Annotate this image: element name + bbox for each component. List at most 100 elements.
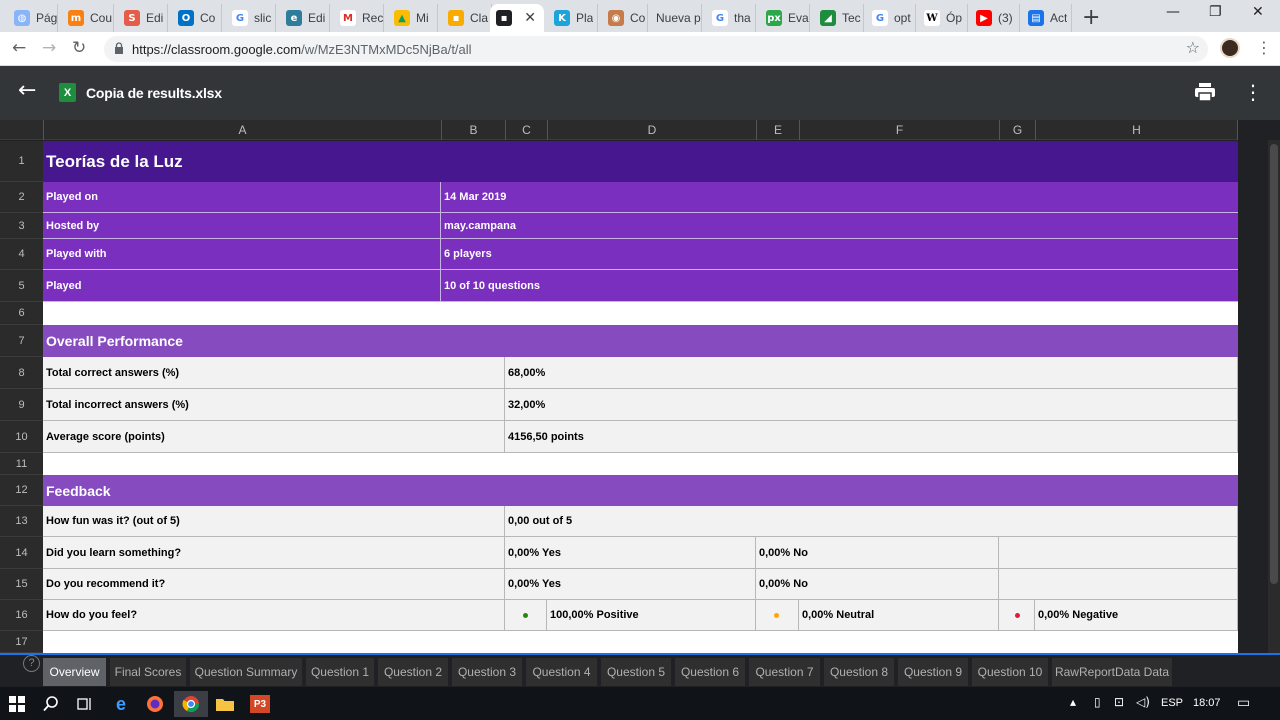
windows-taskbar: e P3 ▴ ▯ ⊡ ◁) ESP 18:07 ▭ xyxy=(0,687,1280,720)
task-view-icon[interactable] xyxy=(72,691,98,717)
browser-tab[interactable]: ▤ Act xyxy=(1022,4,1072,32)
browser-tab[interactable]: G tha xyxy=(706,4,756,32)
outlook-icon: O xyxy=(178,10,194,26)
lock-icon xyxy=(115,42,123,54)
palette-icon: ◉ xyxy=(608,10,624,26)
blank-row xyxy=(43,631,1238,653)
sheet-tab-question-1[interactable]: Question 1 xyxy=(306,658,374,686)
browser-tab[interactable]: ▪ Cla xyxy=(442,4,492,32)
firefox-icon[interactable] xyxy=(142,691,168,717)
back-icon[interactable]: ← xyxy=(12,38,26,58)
search-icon[interactable] xyxy=(38,691,64,717)
row-header: 3 xyxy=(0,213,43,239)
tray-expand-icon[interactable]: ▴ xyxy=(1070,695,1076,709)
browser-tab[interactable]: ▲ Mi xyxy=(388,4,438,32)
blank-row xyxy=(43,302,1238,325)
sheet-tab-question-5[interactable]: Question 5 xyxy=(601,658,671,686)
stat-label: Average score (points) xyxy=(43,421,505,453)
browser-tab[interactable]: G opt xyxy=(866,4,916,32)
browser-tab[interactable]: O Co xyxy=(172,4,222,32)
close-tab-icon[interactable]: ✕ xyxy=(524,10,536,26)
chrome-menu-icon[interactable]: ⋮ xyxy=(1256,38,1272,57)
classroom-viewer-icon: ▪ xyxy=(496,10,512,26)
browser-tab[interactable]: px Eva xyxy=(760,4,810,32)
new-tab-button[interactable]: + xyxy=(1082,5,1100,30)
file-viewer-header: ← X Copia de results.xlsx ⋮ xyxy=(0,66,1280,120)
address-bar[interactable]: https://classroom.google.com/w/MzE3NTMxM… xyxy=(104,36,1208,62)
language-indicator[interactable]: ESP xyxy=(1161,697,1183,709)
notifications-icon[interactable]: ▭ xyxy=(1237,695,1250,711)
help-icon[interactable]: ? xyxy=(23,655,40,672)
row-header: 5 xyxy=(0,270,43,302)
minimize-icon[interactable]: — xyxy=(1166,4,1180,20)
close-window-icon[interactable]: ✕ xyxy=(1252,4,1264,20)
feedback-value: 100,00% Positive xyxy=(547,600,756,631)
volume-icon[interactable]: ◁) xyxy=(1136,695,1150,709)
sheet-tab-question-6[interactable]: Question 6 xyxy=(675,658,745,686)
sheet-tab-question-3[interactable]: Question 3 xyxy=(452,658,522,686)
clock[interactable]: 18:07 xyxy=(1193,697,1221,709)
sheet-tab-overview[interactable]: Overview xyxy=(43,658,106,686)
sheet-tab-question-4[interactable]: Question 4 xyxy=(526,658,597,686)
neutral-dot-icon xyxy=(774,612,779,618)
edge-icon[interactable]: e xyxy=(108,691,134,717)
row-header: 14 xyxy=(0,537,43,569)
sheet-tab-final-scores[interactable]: Final Scores xyxy=(110,658,186,686)
browser-tab[interactable]: G slic xyxy=(226,4,276,32)
document-icon: ▤ xyxy=(1028,10,1044,26)
feedback-value: 0,00% No xyxy=(756,569,999,600)
negative-dot-cell xyxy=(999,600,1035,631)
sheet-tab-question-2[interactable]: Question 2 xyxy=(378,658,448,686)
row-header: 6 xyxy=(0,302,43,325)
restore-window-icon[interactable]: ❐ xyxy=(1209,4,1222,20)
more-options-icon[interactable]: ⋮ xyxy=(1243,80,1263,104)
browser-tab[interactable]: M Rec xyxy=(334,4,384,32)
column-header-d: D xyxy=(547,120,756,140)
sheet-tab-rawreportdata[interactable]: RawReportData Data xyxy=(1052,658,1172,686)
browser-tab[interactable]: Nueva p xyxy=(650,4,702,32)
browser-tab[interactable]: e Edi xyxy=(280,4,330,32)
info-value: 6 players xyxy=(441,239,1238,270)
sheet-tab-question-10[interactable]: Question 10 xyxy=(972,658,1048,686)
browser-tab[interactable]: ◍ Pág xyxy=(8,4,58,32)
chrome-taskbar-icon[interactable] xyxy=(174,691,208,717)
network-icon[interactable]: ⊡ xyxy=(1114,695,1124,709)
sheet-tab-question-8[interactable]: Question 8 xyxy=(824,658,894,686)
browser-tab[interactable]: K Pla xyxy=(548,4,598,32)
stat-value: 4156,50 points xyxy=(505,421,1238,453)
profile-avatar[interactable] xyxy=(1220,38,1240,58)
print-icon[interactable] xyxy=(1195,83,1215,101)
url-domain: https://classroom.google.com xyxy=(132,42,302,57)
windows-start-icon[interactable] xyxy=(4,691,30,717)
battery-icon[interactable]: ▯ xyxy=(1094,695,1101,709)
close-viewer-back-icon[interactable]: ← xyxy=(18,78,36,103)
row-header: 11 xyxy=(0,453,43,475)
sheet-tab-question-summary[interactable]: Question Summary xyxy=(190,658,302,686)
browser-tab[interactable]: W Óp xyxy=(918,4,968,32)
column-headers: A B C D E F G H xyxy=(0,120,1238,140)
sheet-tab-question-9[interactable]: Question 9 xyxy=(898,658,968,686)
bookmark-star-icon[interactable]: ☆ xyxy=(1186,38,1200,57)
browser-tab[interactable]: ◢ Tec xyxy=(814,4,864,32)
row-header: 10 xyxy=(0,421,43,453)
edu-icon: e xyxy=(286,10,302,26)
reload-icon[interactable]: ↻ xyxy=(72,38,86,58)
scrollbar-thumb[interactable] xyxy=(1270,144,1278,584)
browser-tab[interactable]: ◉ Co xyxy=(602,4,648,32)
column-header-b: B xyxy=(441,120,505,140)
youtube-icon: ▶ xyxy=(976,10,992,26)
browser-tab[interactable]: S Edi xyxy=(118,4,168,32)
spreadsheet-viewer[interactable]: A B C D E F G H 1 2 3 4 5 6 7 8 9 10 11 … xyxy=(0,120,1268,653)
browser-tab[interactable]: ▶ (3) xyxy=(970,4,1020,32)
browser-tab[interactable]: m Cou xyxy=(62,4,114,32)
forward-icon[interactable]: → xyxy=(42,38,56,58)
sheet-tab-question-7[interactable]: Question 7 xyxy=(749,658,820,686)
vertical-scrollbar[interactable] xyxy=(1268,140,1280,653)
feedback-label: How do you feel? xyxy=(43,600,505,631)
browser-tab-active[interactable]: ▪ ✕ xyxy=(490,4,544,32)
row-header: 2 xyxy=(0,182,43,213)
file-explorer-icon[interactable] xyxy=(212,691,238,717)
row-header: 9 xyxy=(0,389,43,421)
empty-cell xyxy=(999,537,1238,569)
powerpoint-icon[interactable]: P3 xyxy=(246,691,274,717)
